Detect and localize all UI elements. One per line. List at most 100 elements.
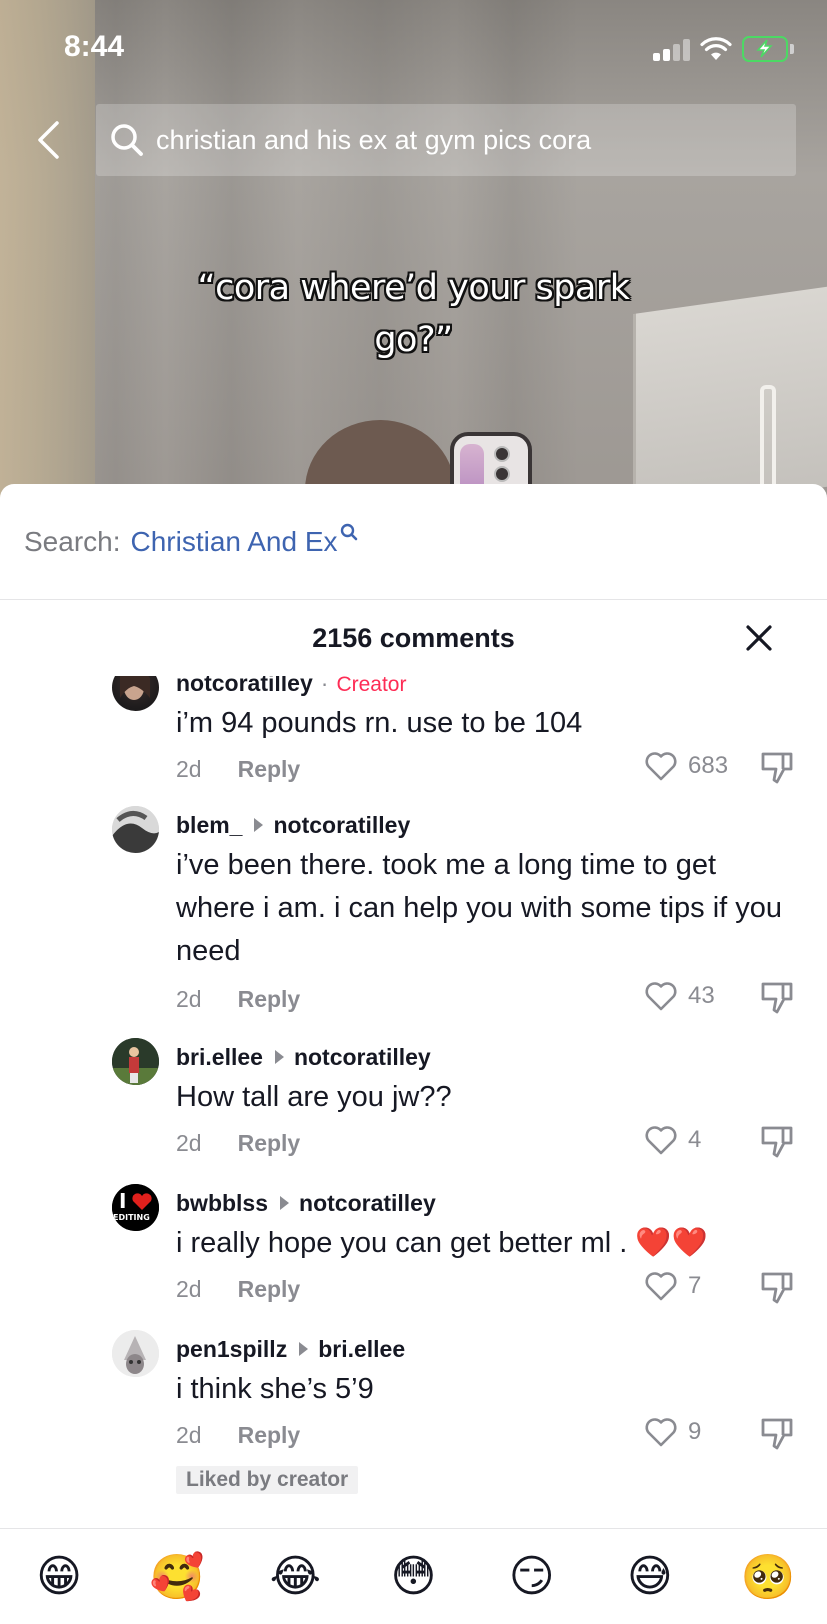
emoji-hearts-face-button[interactable]: 🥰 xyxy=(148,1551,206,1603)
comment-username[interactable]: blem_ xyxy=(176,812,242,838)
search-icon xyxy=(110,123,144,157)
thumbs-down-icon xyxy=(761,1272,793,1304)
close-icon xyxy=(746,625,772,651)
reply-button[interactable]: Reply xyxy=(238,1422,301,1449)
like-count: 7 xyxy=(688,1272,702,1299)
search-input[interactable] xyxy=(156,124,796,156)
reply-to-username[interactable]: notcoratilley xyxy=(273,812,410,838)
reply-arrow-icon xyxy=(299,1342,309,1356)
like-button[interactable]: 43 xyxy=(644,980,715,1012)
comment-time: 2d xyxy=(176,1276,202,1302)
search-icon xyxy=(340,516,358,548)
comments-header: 2156 comments xyxy=(0,600,827,676)
comment-username-row[interactable]: bwbblss notcoratilley xyxy=(176,1190,436,1217)
heart-icon xyxy=(645,1272,677,1301)
dislike-button[interactable] xyxy=(760,1124,794,1165)
like-count: 43 xyxy=(688,982,715,1009)
like-button[interactable]: 683 xyxy=(644,750,728,782)
caption-line-2: go?” xyxy=(374,320,453,360)
wifi-icon xyxy=(700,36,732,67)
emoji-flushed-button[interactable]: 😳 xyxy=(384,1551,442,1602)
comment-text: i really hope you can get better ml . ❤️… xyxy=(176,1227,708,1259)
like-button[interactable]: 4 xyxy=(644,1124,701,1156)
comment-username[interactable]: bwbblss xyxy=(176,1190,268,1216)
dislike-button[interactable] xyxy=(760,980,794,1021)
status-time: 8:44 xyxy=(64,30,125,63)
comment-meta: 2d Reply xyxy=(176,756,300,783)
thumbs-down-icon xyxy=(761,1126,793,1158)
chevron-left-icon xyxy=(38,121,59,159)
svg-text:I: I xyxy=(119,1189,126,1213)
comment-meta: 2d Reply xyxy=(176,986,300,1013)
battery-icon xyxy=(742,36,788,62)
comment-username-row[interactable]: bri.ellee notcoratilley xyxy=(176,1044,431,1071)
reply-to-username[interactable]: notcoratilley xyxy=(294,1044,431,1070)
comment-text: i’m 94 pounds rn. use to be 104 xyxy=(176,707,583,739)
heart-icon xyxy=(645,1126,677,1155)
like-count: 4 xyxy=(688,1126,702,1153)
comment-time: 2d xyxy=(176,986,202,1012)
reply-button[interactable]: Reply xyxy=(238,1276,301,1303)
search-suggestion-prefix: Search: xyxy=(24,525,121,557)
comment-time: 2d xyxy=(176,756,202,782)
comment-username[interactable]: bri.ellee xyxy=(176,1044,263,1070)
caption-line-1: “cora where’d your spark xyxy=(197,268,630,308)
avatar[interactable] xyxy=(112,1038,159,1085)
emoji-sweat-smile-button[interactable]: 😅 xyxy=(621,1551,679,1602)
dislike-button[interactable] xyxy=(760,1416,794,1457)
comment-username-row[interactable]: blem_ notcoratilley xyxy=(176,812,410,839)
emoji-pleading-button[interactable]: 🥺 xyxy=(739,1551,797,1603)
search-bar[interactable] xyxy=(96,104,796,176)
reply-arrow-icon xyxy=(254,818,264,832)
creator-label: Creator xyxy=(336,676,407,696)
heart-icon xyxy=(645,752,677,781)
emoji-smirk-button[interactable]: 😏 xyxy=(503,1551,561,1602)
comment-username[interactable]: pen1spillz xyxy=(176,1336,287,1362)
heart-icon xyxy=(645,1418,677,1447)
video-background[interactable]: “cora where’d your spark go?” xyxy=(0,0,827,500)
search-suggestion-term[interactable]: Christian And Ex xyxy=(131,526,338,558)
comment-time: 2d xyxy=(176,1130,202,1156)
svg-text:EDITING: EDITING xyxy=(113,1213,150,1222)
back-button[interactable] xyxy=(28,112,68,168)
comment-username-row[interactable]: notcoratilley · Creator xyxy=(176,676,406,697)
emoji-bar: 😁 🥰 😂 😳 😏 😅 🥺 xyxy=(0,1528,827,1624)
comment-text: i’ve been there. took me a long time to … xyxy=(176,849,783,967)
comment-time: 2d xyxy=(176,1422,202,1448)
reply-to-username[interactable]: bri.ellee xyxy=(318,1336,405,1362)
like-button[interactable]: 9 xyxy=(644,1416,701,1448)
close-button[interactable] xyxy=(743,622,775,654)
reply-arrow-icon xyxy=(280,1196,290,1210)
dislike-button[interactable] xyxy=(760,1270,794,1311)
avatar[interactable]: I EDITING xyxy=(112,1184,159,1231)
comment-text: How tall are you jw?? xyxy=(176,1081,452,1113)
comment-meta: 2d Reply xyxy=(176,1130,300,1157)
heart-icon xyxy=(645,982,677,1011)
like-button[interactable]: 7 xyxy=(644,1270,701,1302)
dislike-button[interactable] xyxy=(760,750,794,791)
thumbs-down-icon xyxy=(761,1418,793,1450)
emoji-grin-button[interactable]: 😁 xyxy=(30,1551,88,1602)
cellular-signal-icon xyxy=(653,39,691,61)
reply-to-username[interactable]: notcoratilley xyxy=(299,1190,436,1216)
search-suggestion[interactable]: Search: Christian And Ex xyxy=(0,484,827,600)
reply-button[interactable]: Reply xyxy=(238,1130,301,1157)
comment-username[interactable]: notcoratilley xyxy=(176,676,313,696)
cabinet-handle xyxy=(760,385,776,500)
avatar[interactable] xyxy=(112,1330,159,1377)
comment-list[interactable]: notcoratilley · Creator i’m 94 pounds rn. … xyxy=(0,676,827,1536)
reply-button[interactable]: Reply xyxy=(238,756,301,783)
reply-button[interactable]: Reply xyxy=(238,986,301,1013)
avatar[interactable] xyxy=(112,806,159,853)
comment-meta: 2d Reply xyxy=(176,1276,300,1303)
thumbs-down-icon xyxy=(761,982,793,1014)
like-count: 9 xyxy=(688,1418,702,1445)
curtain xyxy=(0,0,95,500)
comment-username-row[interactable]: pen1spillz bri.ellee xyxy=(176,1336,405,1363)
comments-sheet: Search: Christian And Ex 2156 comments n… xyxy=(0,484,827,1624)
avatar[interactable] xyxy=(112,676,159,711)
like-count: 683 xyxy=(688,752,729,779)
thumbs-down-icon xyxy=(761,752,793,784)
reply-arrow-icon xyxy=(274,1050,284,1064)
emoji-tears-of-joy-button[interactable]: 😂 xyxy=(266,1551,324,1602)
